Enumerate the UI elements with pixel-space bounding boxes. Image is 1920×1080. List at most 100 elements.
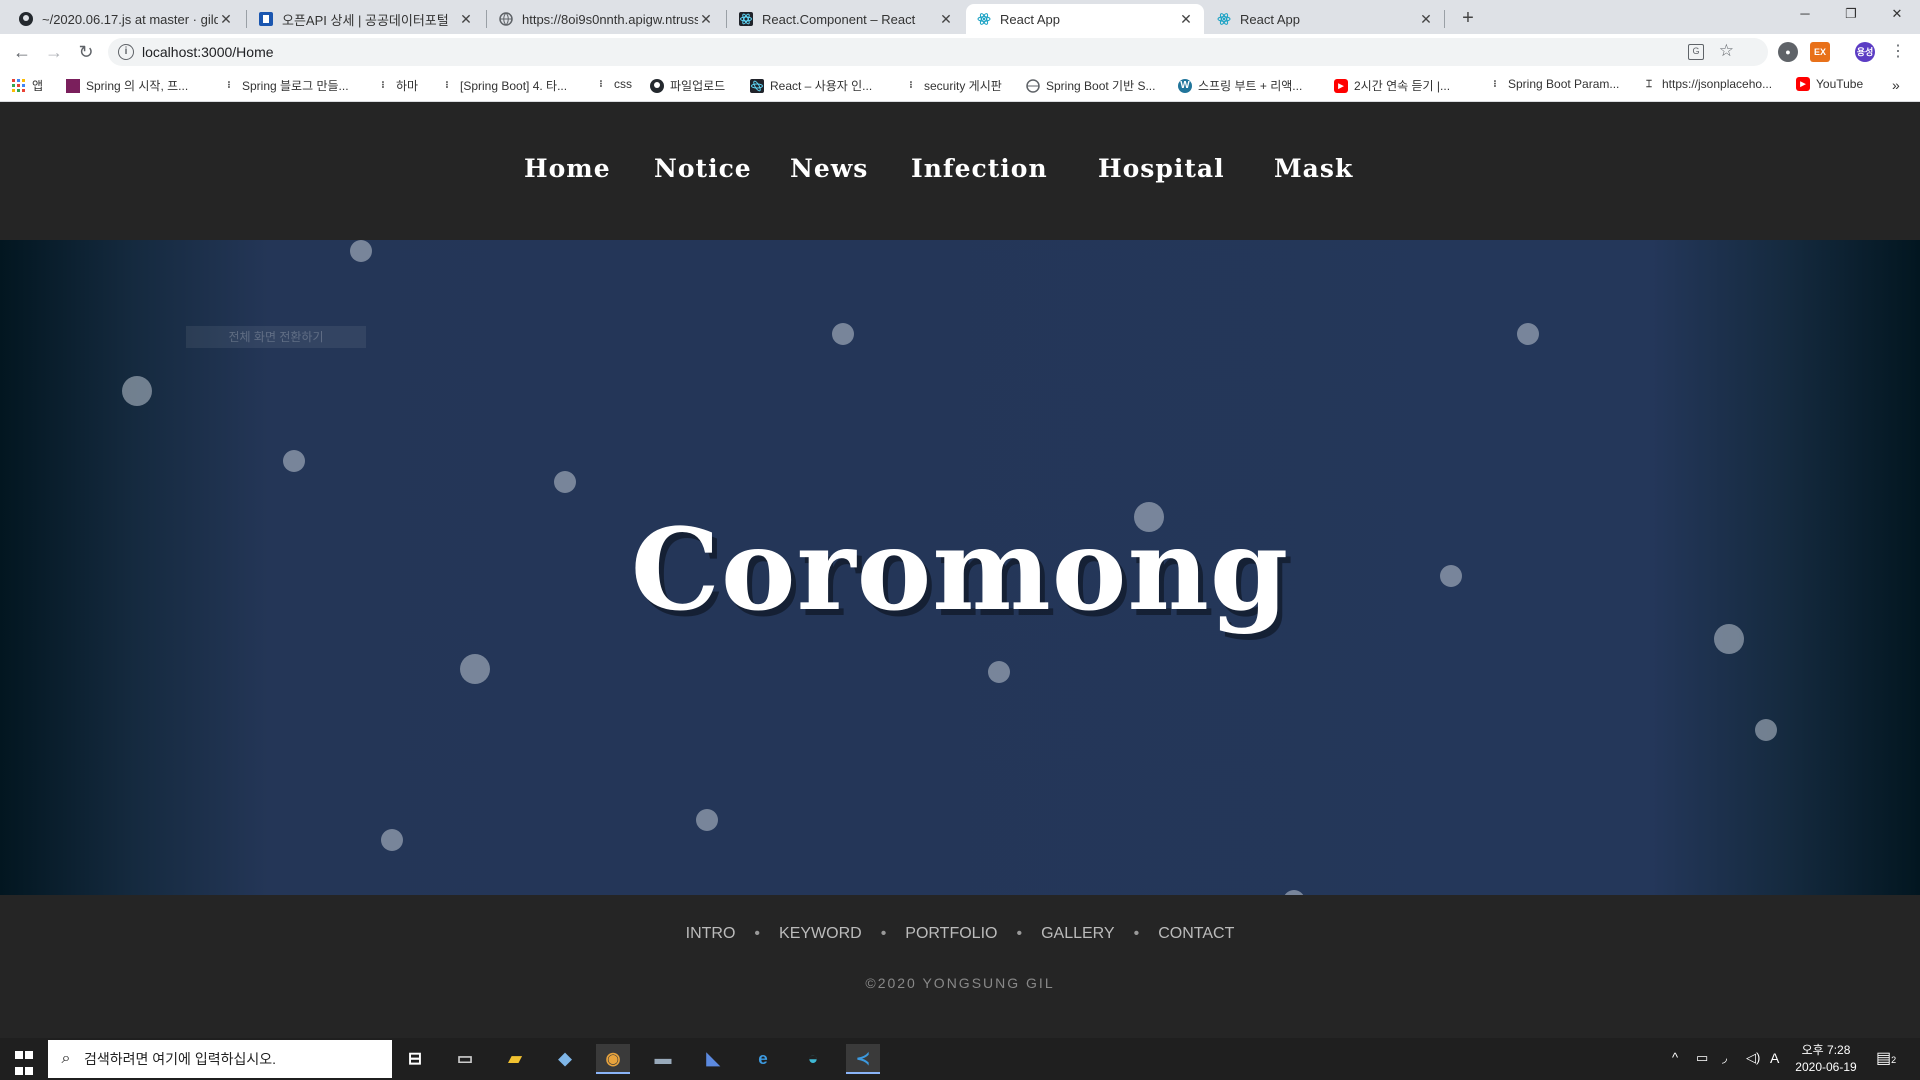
vscode-icon[interactable]: ≺ — [846, 1044, 880, 1074]
bookmark-item[interactable]: 파일업로드 — [650, 77, 725, 94]
footer-link-contact[interactable]: CONTACT — [1158, 925, 1234, 943]
bookmark-label: [Spring Boot] 4. 타... — [460, 79, 568, 93]
network-icon[interactable]: ◞ — [1722, 1050, 1727, 1066]
footer-link-portfolio[interactable]: PORTFOLIO — [905, 925, 997, 943]
extension-label: EX — [1813, 47, 1826, 57]
footer-separator: • — [1133, 925, 1140, 942]
apps-grid-icon — [12, 78, 26, 93]
extension-ex-icon[interactable]: EX — [1810, 42, 1830, 62]
close-icon[interactable]: ✕ — [218, 11, 234, 28]
close-icon[interactable]: ✕ — [698, 11, 714, 28]
taskbar-search-box[interactable]: ⌕ 검색하려면 여기에 입력하십시오. — [48, 1040, 392, 1078]
restore-button[interactable]: ❐ — [1828, 0, 1874, 30]
internet-explorer-icon[interactable]: e — [746, 1044, 780, 1074]
reload-button[interactable]: ↻ — [72, 38, 100, 66]
nav-infection[interactable]: Infection — [911, 154, 1048, 183]
tab-title: React App — [1240, 11, 1300, 27]
browser-tab-react-component[interactable]: React.Component – React ✕ — [728, 4, 964, 34]
bookmark-label: React – 사용자 인... — [770, 79, 873, 93]
tab-divider — [726, 10, 727, 28]
browser-tab-github[interactable]: ~/2020.06.17.js at master · gildy ✕ — [8, 4, 244, 34]
profile-avatar[interactable]: 용성 — [1855, 42, 1875, 62]
new-tab-button[interactable]: + — [1454, 4, 1482, 32]
bookmark-item[interactable]: ▶ 2시간 연속 듣기 |... — [1334, 77, 1450, 94]
translate-icon[interactable]: G — [1688, 44, 1704, 60]
bookmark-item[interactable]: ⌶ https://jsonplaceho... — [1642, 77, 1772, 91]
back-button[interactable]: ← — [8, 38, 36, 66]
mysql-workbench-icon[interactable]: ▬ — [646, 1044, 680, 1074]
bookmark-item[interactable]: ⁝ 하마 — [376, 77, 418, 94]
close-icon[interactable]: ✕ — [938, 11, 954, 28]
bookmark-label: 파일업로드 — [670, 79, 726, 93]
edge-icon[interactable]: ◒ — [796, 1044, 830, 1074]
footer-link-keyword[interactable]: KEYWORD — [779, 925, 862, 943]
footer-link-gallery[interactable]: GALLERY — [1041, 925, 1115, 943]
clock-time: 7:28 — [1827, 1043, 1851, 1057]
bookmark-item[interactable]: ▶ YouTube — [1796, 77, 1863, 91]
tray-chevron-up-icon[interactable]: ^ — [1672, 1050, 1678, 1065]
bookmark-icon — [66, 78, 80, 93]
address-bar-url[interactable]: localhost:3000/Home — [142, 44, 274, 60]
taskbar-clock[interactable]: 오후 7:28 2020-06-19 — [1780, 1042, 1872, 1076]
particle-dot — [122, 376, 152, 406]
search-icon: ⌕ — [61, 1050, 71, 1067]
footer-link-intro[interactable]: INTRO — [686, 925, 736, 943]
particle-dot — [460, 654, 490, 684]
bookmark-item[interactable]: React – 사용자 인... — [750, 77, 872, 94]
chrome-icon[interactable]: ◉ — [596, 1044, 630, 1074]
bookmark-item[interactable]: ⁝ Spring 블로그 만들... — [222, 77, 349, 94]
bookmark-item[interactable]: ⁝ security 게시판 — [904, 77, 1001, 94]
terminal-icon[interactable]: ▭ — [448, 1044, 482, 1074]
velog-icon: ⁝ — [381, 80, 385, 91]
close-icon[interactable]: ✕ — [458, 11, 474, 28]
address-bar[interactable]: i localhost:3000/Home G ☆ — [108, 38, 1768, 66]
bookmark-item[interactable]: ⁝ Spring Boot Param... — [1488, 77, 1619, 91]
minimize-button[interactable]: ─ — [1782, 0, 1828, 30]
react-icon — [1216, 11, 1232, 27]
close-icon[interactable]: ✕ — [1418, 11, 1434, 28]
particle-dot — [554, 471, 576, 493]
bookmarks-overflow-chevron-icon[interactable]: » — [1892, 77, 1900, 93]
bookmark-item[interactable]: Spring 의 시작, 프... — [66, 77, 188, 94]
bookmark-label: Spring 블로그 만들... — [242, 79, 349, 93]
bookmark-item[interactable]: Spring Boot 기반 S... — [1026, 77, 1155, 94]
react-icon — [976, 11, 992, 27]
browser-tab-data-portal[interactable]: 오픈API 상세 | 공공데이터포털 ✕ — [248, 4, 484, 34]
browser-tab-react-app[interactable]: React App ✕ — [1206, 4, 1444, 34]
bookmark-label: Spring Boot Param... — [1508, 77, 1620, 91]
particle-dot — [283, 450, 305, 472]
windows-start-icon[interactable] — [0, 1038, 48, 1080]
bookmark-item[interactable]: ⁝ css — [594, 77, 632, 91]
forward-button[interactable]: → — [40, 38, 68, 66]
file-explorer-icon[interactable]: ▰ — [498, 1044, 532, 1074]
window-close-button[interactable]: ✕ — [1874, 0, 1920, 30]
nav-mask[interactable]: Mask — [1274, 154, 1353, 183]
bookmark-item[interactable]: W 스프링 부트 + 리액... — [1178, 77, 1302, 94]
sql-developer-icon[interactable]: ◣ — [696, 1044, 730, 1074]
app-icon[interactable]: ◆ — [548, 1044, 582, 1074]
info-icon[interactable]: i — [118, 44, 134, 60]
nav-home[interactable]: Home — [524, 154, 611, 183]
github-icon — [18, 11, 34, 27]
fullscreen-toggle-label[interactable]: 전체 화면 전환하기 — [186, 326, 366, 348]
clock-period: 오후 — [1801, 1043, 1824, 1057]
task-view-icon[interactable]: ⊟ — [398, 1044, 432, 1074]
battery-icon[interactable]: ▭ — [1696, 1050, 1708, 1066]
bookmark-star-icon[interactable]: ☆ — [1719, 41, 1734, 61]
nav-news[interactable]: News — [790, 154, 868, 183]
bookmark-label: css — [614, 77, 632, 91]
volume-icon[interactable]: ◁) — [1746, 1050, 1760, 1066]
particle-dot — [696, 809, 718, 831]
nav-hospital[interactable]: Hospital — [1098, 154, 1225, 183]
velog-icon: ⁝ — [1493, 78, 1497, 90]
ime-indicator[interactable]: A — [1770, 1050, 1779, 1066]
menu-kebab-icon[interactable]: ⋮ — [1884, 38, 1912, 66]
extension-icon[interactable]: ● — [1778, 42, 1798, 62]
browser-tab-ntruss[interactable]: https://8oi9s0nnth.apigw.ntruss ✕ — [488, 4, 724, 34]
bookmark-item[interactable]: ⁝ [Spring Boot] 4. 타... — [440, 77, 567, 94]
browser-tab-react-app-active[interactable]: React App ✕ — [966, 4, 1204, 34]
nav-notice[interactable]: Notice — [654, 154, 752, 183]
bookmark-apps[interactable]: 앱 — [12, 77, 43, 94]
notification-center-icon[interactable]: ▤2 — [1876, 1048, 1896, 1068]
close-icon[interactable]: ✕ — [1178, 11, 1194, 28]
